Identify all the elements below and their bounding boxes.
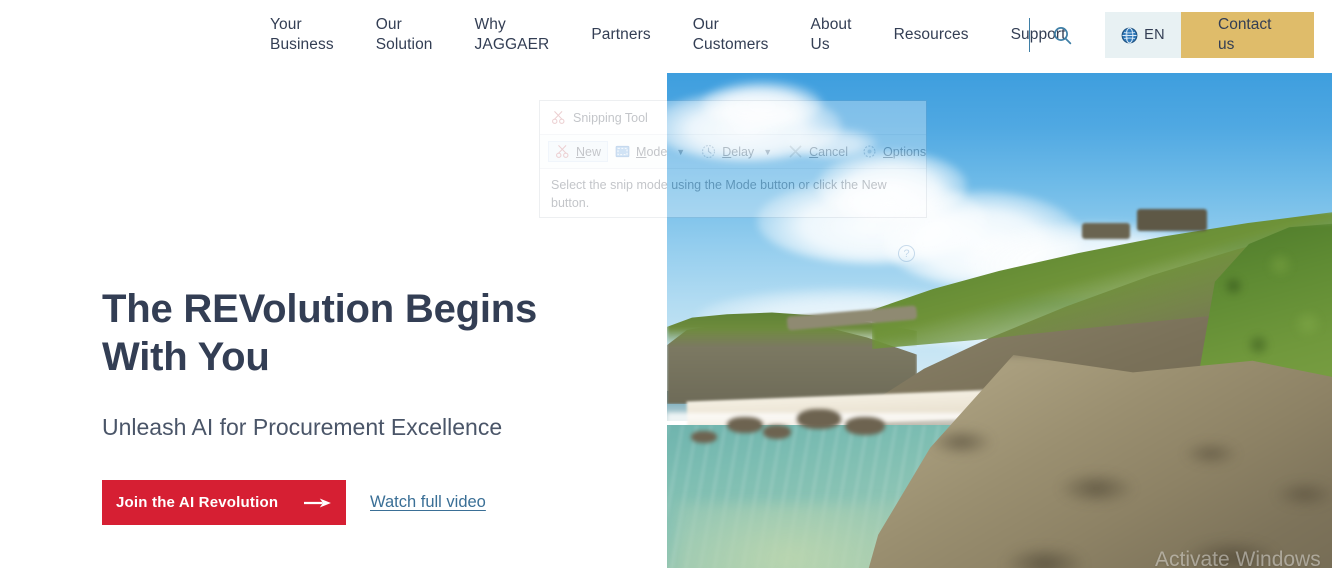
arrow-right-icon [304, 498, 332, 507]
cliff-rock-outcrop [1137, 209, 1207, 231]
contact-us-button[interactable]: Contact us [1181, 12, 1314, 58]
nav-divider [1029, 18, 1030, 52]
nav-your-business[interactable]: Your Business [270, 15, 334, 55]
hero-video-frame [667, 73, 1332, 568]
nav-resources[interactable]: Resources [894, 25, 969, 45]
scissors-icon [552, 111, 565, 124]
hero-video[interactable] [667, 73, 1332, 568]
nav-about-us[interactable]: About Us [811, 15, 852, 55]
cliff-rock-outcrop [1082, 223, 1130, 239]
main-navigation: Your Business Our Solution Why JAGGAER Part… [270, 0, 1066, 70]
site-header: Your Business Our Solution Why JAGGAER Part… [0, 0, 1332, 70]
shore-rock [845, 417, 885, 435]
shore-rock [691, 431, 717, 443]
shore-rock [797, 409, 841, 429]
cta-primary-label: Join the AI Revolution [116, 494, 279, 511]
snip-mode-button[interactable]: Mode [608, 141, 674, 162]
snipping-tool-title: Snipping Tool [573, 110, 648, 125]
mode-icon [615, 145, 630, 158]
nav-partners[interactable]: Partners [591, 25, 650, 45]
language-selector[interactable]: EN [1105, 12, 1181, 58]
snip-new-label: New [576, 144, 602, 159]
activate-windows-watermark: Activate Windows [1155, 548, 1321, 568]
page-root: Your Business Our Solution Why JAGGAER Part… [0, 0, 1332, 568]
hero-content: The REVolution Begins With You Unleash A… [102, 285, 642, 525]
hero-actions: Join the AI Revolution Watch full video [102, 480, 642, 525]
shore-rock [727, 417, 763, 433]
page-title: The REVolution Begins With You [102, 287, 538, 379]
shore-rock [763, 425, 791, 439]
globe-icon [1121, 27, 1138, 43]
watch-full-video-link[interactable]: Watch full video [370, 493, 486, 512]
cloud [702, 81, 822, 127]
language-label: EN [1144, 27, 1165, 43]
search-button[interactable] [1047, 20, 1077, 50]
join-ai-revolution-button[interactable]: Join the AI Revolution [102, 480, 346, 525]
scissors-icon [556, 145, 569, 158]
hero-subtitle: Unleash AI for Procurement Excellence [102, 414, 503, 440]
search-icon [1053, 26, 1071, 44]
nav-why-jaggaer[interactable]: Why JAGGAER [475, 15, 550, 55]
nav-our-solution[interactable]: Our Solution [376, 15, 433, 55]
nav-our-customers[interactable]: Our Customers [693, 15, 769, 55]
snip-new-button[interactable]: New [548, 141, 609, 162]
snip-mode-label: Mode [636, 144, 668, 159]
